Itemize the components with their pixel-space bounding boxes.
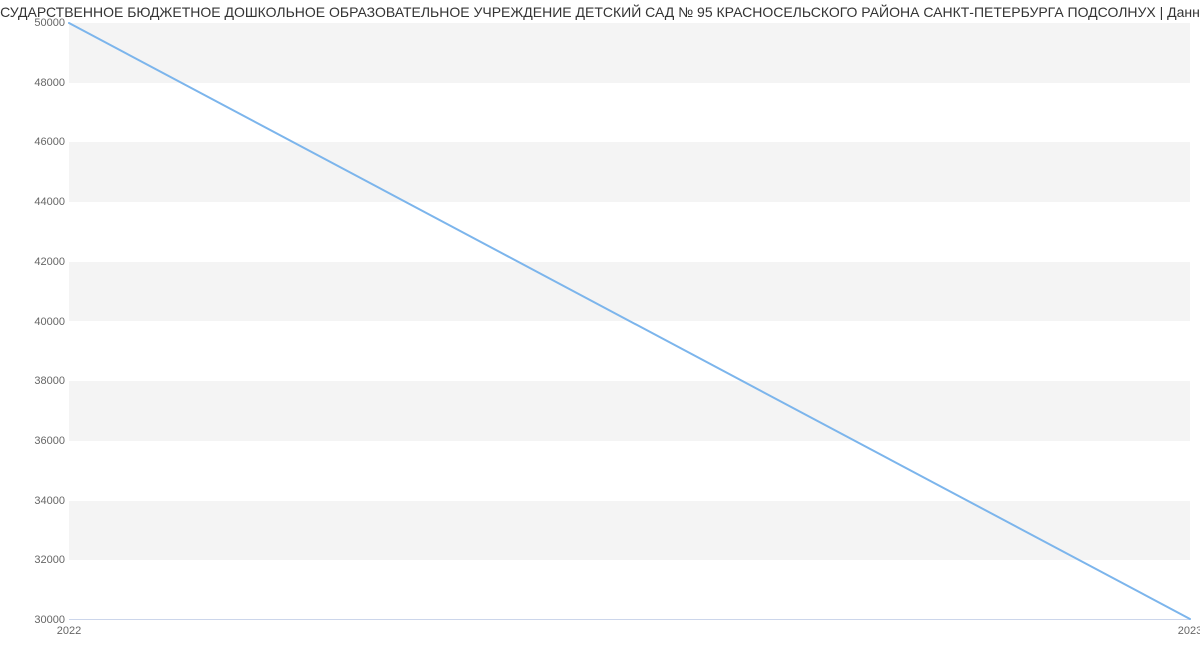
y-tick-label: 34000 (5, 495, 65, 507)
x-tick-label: 2023 (1178, 625, 1200, 637)
y-tick-label: 50000 (5, 17, 65, 29)
y-tick-label: 48000 (5, 77, 65, 89)
y-tick-label: 40000 (5, 316, 65, 328)
chart-svg (69, 23, 1190, 619)
plot-area (69, 23, 1190, 620)
y-tick-label: 36000 (5, 435, 65, 447)
chart-container: СУДАРСТВЕННОЕ БЮДЖЕТНОЕ ДОШКОЛЬНОЕ ОБРАЗ… (0, 0, 1200, 650)
chart-title: СУДАРСТВЕННОЕ БЮДЖЕТНОЕ ДОШКОЛЬНОЕ ОБРАЗ… (0, 4, 1200, 20)
y-tick-label: 44000 (5, 196, 65, 208)
y-tick-label: 32000 (5, 554, 65, 566)
x-tick-label: 2022 (57, 625, 81, 637)
y-tick-label: 42000 (5, 256, 65, 268)
y-tick-label: 38000 (5, 375, 65, 387)
y-tick-label: 46000 (5, 136, 65, 148)
series-line (69, 23, 1190, 619)
